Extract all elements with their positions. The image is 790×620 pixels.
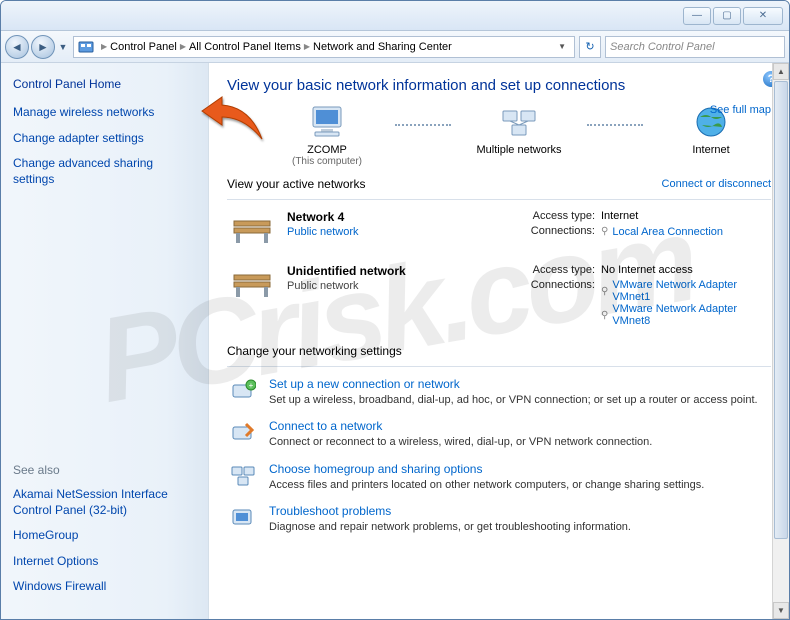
window: — ▢ ✕ ◄ ► ▼ ▶ Control Panel ▶ All Contro… [0,0,790,620]
setting-desc: Set up a wireless, broadband, dial-up, a… [269,393,758,407]
search-placeholder: Search Control Panel [610,41,715,53]
sidebar-link-homegroup[interactable]: HomeGroup [13,528,196,544]
connection-link[interactable]: ⚲VMware Network Adapter VMnet1 [601,279,771,303]
history-dropdown[interactable]: ▼ [57,35,69,59]
network-type-link[interactable]: Public network [287,226,467,238]
network-icon [499,104,539,140]
setup-connection-icon: + [227,377,259,405]
map-node-multi: Multiple networks [459,104,579,156]
setting-desc: Access files and printers located on oth… [269,478,704,492]
address-bar[interactable]: ▶ Control Panel ▶ All Control Panel Item… [73,36,575,58]
crumb-sep: ▶ [98,42,110,51]
map-computer-label: ZCOMP [267,144,387,156]
map-multi-label: Multiple networks [459,144,579,156]
network-name: Network 4 [287,210,467,224]
scroll-down-button[interactable]: ▼ [773,602,789,619]
setting-item-setup: + Set up a new connection or network Set… [227,377,771,407]
access-type-value: No Internet access [601,264,771,276]
nav-arrows: ◄ ► ▼ [5,35,69,59]
see-also-label: See also [13,463,196,477]
search-input[interactable]: Search Control Panel [605,36,785,58]
network-entry: Unidentified network Public network Acce… [227,264,771,330]
troubleshoot-icon [227,504,259,532]
connect-network-icon [227,419,259,447]
sidebar-link-internet-options[interactable]: Internet Options [13,554,196,570]
connection-link[interactable]: ⚲VMware Network Adapter VMnet8 [601,303,771,327]
map-connector [587,124,643,126]
crumb-all-items[interactable]: All Control Panel Items [189,41,301,53]
control-panel-home-link[interactable]: Control Panel Home [13,77,196,91]
crumb-sep: ▶ [301,42,313,51]
close-button[interactable]: ✕ [743,7,783,25]
setting-item-homegroup: Choose homegroup and sharing options Acc… [227,462,771,492]
divider [227,199,771,200]
setting-title-link[interactable]: Choose homegroup and sharing options [269,462,704,476]
bench-icon [227,264,277,304]
network-map: See full map ZCOMP (This computer) Multi… [227,104,771,167]
change-settings-text: Change your networking settings [227,344,402,358]
homegroup-icon [227,462,259,490]
titlebar: — ▢ ✕ [1,1,789,31]
change-settings-label: Change your networking settings [227,344,771,358]
connect-disconnect-link[interactable]: Connect or disconnect [662,178,771,190]
minimize-button[interactable]: — [683,7,711,25]
plug-icon: ⚲ [601,286,608,297]
back-button[interactable]: ◄ [5,35,29,59]
control-panel-icon [78,39,94,55]
setting-desc: Diagnose and repair network problems, or… [269,520,631,534]
bench-icon [227,210,277,250]
scroll-thumb[interactable] [774,81,788,539]
sidebar-link-advanced-sharing[interactable]: Change advanced sharing settings [13,156,196,187]
network-type: Public network [287,280,467,292]
setting-title-link[interactable]: Set up a new connection or network [269,377,758,391]
network-entry: Network 4 Public network Access type: In… [227,210,771,250]
connection-link[interactable]: ⚲Local Area Connection [601,226,723,238]
scroll-up-button[interactable]: ▲ [773,63,789,80]
active-networks-text: View your active networks [227,177,366,191]
access-type-value: Internet [601,210,771,222]
connections-label: Connections: [511,279,601,291]
sidebar-link-akamai[interactable]: Akamai NetSession Interface Control Pane… [13,487,196,518]
sidebar-link-manage-wireless[interactable]: Manage wireless networks [13,105,196,121]
settings-list: + Set up a new connection or network Set… [227,377,771,534]
plug-icon: ⚲ [601,310,608,321]
setting-item-troubleshoot: Troubleshoot problems Diagnose and repai… [227,504,771,534]
body: Control Panel Home Manage wireless netwo… [1,63,789,619]
map-connector [395,124,451,126]
connections-label: Connections: [511,225,601,237]
setting-title-link[interactable]: Connect to a network [269,419,652,433]
computer-icon [307,104,347,140]
address-dropdown[interactable]: ▼ [554,42,570,51]
see-full-map-link[interactable]: See full map [710,104,771,116]
crumb-network-sharing[interactable]: Network and Sharing Center [313,41,452,53]
vertical-scrollbar[interactable]: ▲ ▼ [772,63,789,619]
network-name: Unidentified network [287,264,467,278]
page-title: View your basic network information and … [227,77,771,94]
maximize-button[interactable]: ▢ [713,7,741,25]
content-pane: ? View your basic network information an… [209,63,789,619]
setting-item-connect: Connect to a network Connect or reconnec… [227,419,771,449]
crumb-control-panel[interactable]: Control Panel [110,41,177,53]
navbar: ◄ ► ▼ ▶ Control Panel ▶ All Control Pane… [1,31,789,63]
access-type-label: Access type: [511,264,601,276]
refresh-button[interactable]: ↻ [579,36,601,58]
map-node-computer: ZCOMP (This computer) [267,104,387,167]
sidebar-link-adapter-settings[interactable]: Change adapter settings [13,131,196,147]
active-networks-label: View your active networks Connect or dis… [227,177,771,191]
setting-title-link[interactable]: Troubleshoot problems [269,504,631,518]
map-internet-label: Internet [651,144,771,156]
map-computer-sub: (This computer) [267,156,387,167]
access-type-label: Access type: [511,210,601,222]
sidebar: Control Panel Home Manage wireless netwo… [1,63,209,619]
setting-desc: Connect or reconnect to a wireless, wire… [269,435,652,449]
plug-icon: ⚲ [601,226,608,237]
crumb-sep: ▶ [177,42,189,51]
sidebar-link-windows-firewall[interactable]: Windows Firewall [13,579,196,595]
divider [227,366,771,367]
svg-text:+: + [249,381,254,390]
forward-button[interactable]: ► [31,35,55,59]
